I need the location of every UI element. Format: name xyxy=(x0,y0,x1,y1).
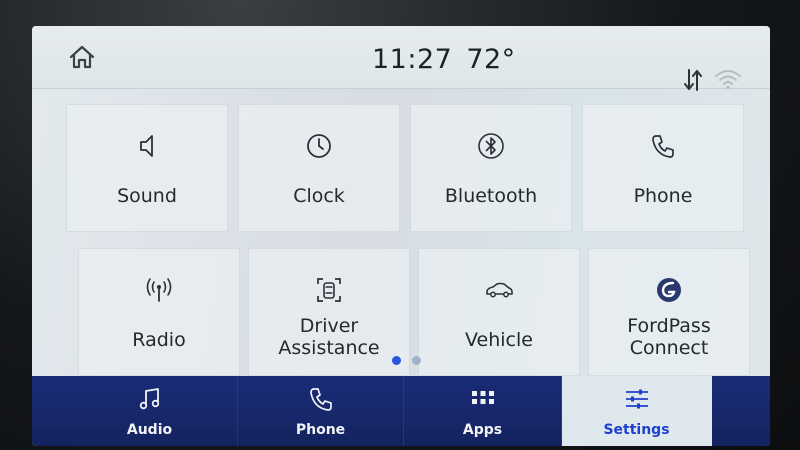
apps-grid-icon xyxy=(471,391,494,404)
status-bar: 11:27 72° xyxy=(32,26,770,91)
outside-temperature: 72° xyxy=(466,44,516,75)
tile-label: Phone xyxy=(633,185,693,207)
tile-label: FordPass Connect xyxy=(589,315,749,359)
nav-apps[interactable]: Apps xyxy=(404,376,562,446)
infotainment-screen: 11:27 72° Sound Clock Bluetooth Phone Ra… xyxy=(32,26,770,446)
page-indicator xyxy=(388,356,428,366)
bluetooth-icon xyxy=(478,133,504,159)
tile-driver-assistance[interactable]: Driver Assistance xyxy=(248,248,410,376)
sliders-icon xyxy=(625,389,648,409)
tile-label: Bluetooth xyxy=(444,185,538,207)
tile-label-line1: Driver xyxy=(299,315,359,337)
nav-label: Apps xyxy=(462,422,503,438)
driver-assist-icon xyxy=(317,278,341,302)
clock-time: 11:27 xyxy=(372,44,453,75)
music-note-icon xyxy=(139,388,159,410)
nav-label: Audio xyxy=(126,422,173,438)
status-center: 11:27 72° xyxy=(372,44,530,75)
tile-label-line2: Assistance xyxy=(278,337,380,359)
tile-bluetooth[interactable]: Bluetooth xyxy=(410,104,572,232)
tile-label: Clock xyxy=(293,185,345,207)
tile-fordpass-connect[interactable]: FordPass Connect xyxy=(588,248,750,376)
tile-label: Vehicle xyxy=(465,329,533,351)
tile-clock[interactable]: Clock xyxy=(238,104,400,232)
settings-grid: Sound Clock Bluetooth Phone Radio Driver… xyxy=(62,104,750,376)
phone-icon xyxy=(309,388,332,411)
nav-phone[interactable]: Phone xyxy=(238,376,404,446)
page-dot-active[interactable] xyxy=(392,356,401,365)
nav-label: Phone xyxy=(295,422,346,438)
clock-icon xyxy=(307,134,331,158)
wifi-icon xyxy=(715,70,741,90)
tile-label: Radio xyxy=(132,329,186,351)
home-icon[interactable] xyxy=(68,44,96,70)
page-dot[interactable] xyxy=(412,356,421,365)
tile-label-line2: Connect xyxy=(629,337,709,359)
phone-icon xyxy=(652,135,674,158)
antenna-icon xyxy=(146,278,172,302)
tile-vehicle[interactable]: Vehicle xyxy=(418,248,580,376)
nav-audio[interactable]: Audio xyxy=(62,376,238,446)
bottom-nav-bar: Audio Phone Apps Settings xyxy=(32,376,770,446)
nav-settings[interactable]: Settings xyxy=(562,376,712,446)
tile-phone[interactable]: Phone xyxy=(582,104,744,232)
tile-sound[interactable]: Sound xyxy=(66,104,228,232)
tile-radio[interactable]: Radio xyxy=(78,248,240,376)
fordpass-icon xyxy=(657,278,681,302)
nav-label: Settings xyxy=(603,422,670,438)
speaker-icon xyxy=(140,135,153,157)
tile-label-line1: FordPass xyxy=(627,315,711,337)
tile-label: Sound xyxy=(117,185,177,207)
car-icon xyxy=(486,282,513,298)
tile-label: Driver Assistance xyxy=(249,315,409,359)
sync-arrows-icon xyxy=(684,69,702,91)
